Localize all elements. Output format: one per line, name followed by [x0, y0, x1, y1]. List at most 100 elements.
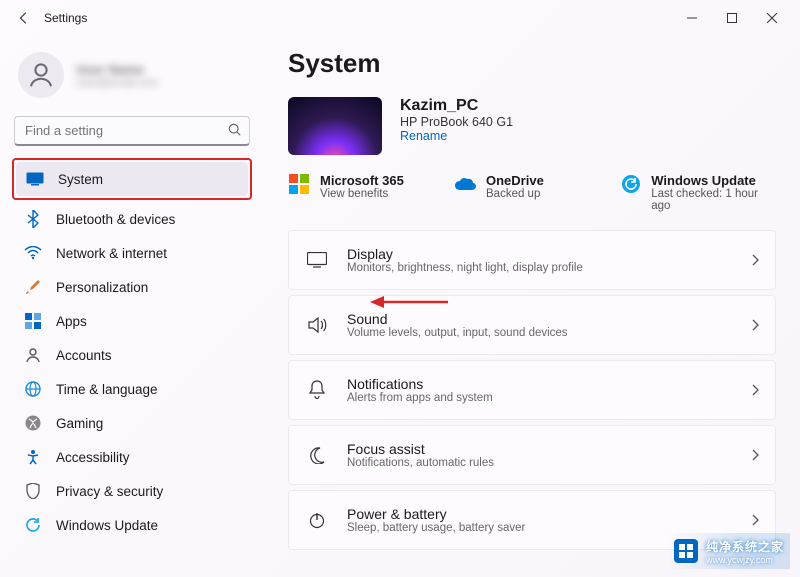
sidebar-item-gaming[interactable]: Gaming — [14, 406, 250, 440]
settings-list: DisplayMonitors, brightness, night light… — [288, 230, 776, 550]
shield-icon — [24, 482, 42, 500]
item-title: Display — [347, 246, 583, 262]
display-icon — [305, 252, 329, 268]
person-icon — [26, 60, 56, 90]
arrow-left-icon — [17, 11, 31, 25]
window-controls — [672, 2, 792, 34]
item-title: Sound — [347, 311, 568, 327]
status-sub: Backed up — [486, 188, 544, 200]
status-title: Windows Update — [651, 173, 776, 188]
chevron-right-icon — [751, 449, 759, 461]
watermark-text: 纯净系统之家 — [706, 540, 784, 554]
status-title: Microsoft 365 — [320, 173, 404, 188]
watermark-url: www.ycwjzy.com — [706, 555, 784, 565]
sidebar-item-label: Bluetooth & devices — [56, 212, 175, 227]
status-sub: View benefits — [320, 188, 404, 200]
status-title: OneDrive — [486, 173, 544, 188]
status-row: Microsoft 365View benefits OneDriveBacke… — [288, 173, 776, 212]
item-sub: Alerts from apps and system — [347, 392, 493, 404]
avatar — [18, 52, 64, 98]
item-title: Notifications — [347, 376, 493, 392]
search-icon — [228, 123, 242, 137]
status-microsoft365[interactable]: Microsoft 365View benefits — [288, 173, 444, 212]
accessibility-icon — [24, 448, 42, 466]
maximize-icon — [727, 13, 737, 23]
sidebar-item-privacy[interactable]: Privacy & security — [14, 474, 250, 508]
power-icon — [305, 511, 329, 529]
settings-item-notifications[interactable]: NotificationsAlerts from apps and system — [288, 360, 776, 420]
chevron-right-icon — [751, 319, 759, 331]
settings-item-focus[interactable]: Focus assistNotifications, automatic rul… — [288, 425, 776, 485]
update-icon — [24, 516, 42, 534]
status-onedrive[interactable]: OneDriveBacked up — [454, 173, 610, 212]
globe-icon — [24, 380, 42, 398]
sidebar-item-label: Personalization — [56, 280, 148, 295]
user-info: User Name user@email.com — [76, 62, 159, 89]
moon-icon — [305, 446, 329, 464]
settings-item-display[interactable]: DisplayMonitors, brightness, night light… — [288, 230, 776, 290]
sidebar-item-update[interactable]: Windows Update — [14, 508, 250, 542]
sidebar-item-accessibility[interactable]: Accessibility — [14, 440, 250, 474]
sidebar-item-label: Network & internet — [56, 246, 167, 261]
item-title: Power & battery — [347, 506, 525, 522]
sidebar-item-accounts[interactable]: Accounts — [14, 338, 250, 372]
status-sub: Last checked: 1 hour ago — [651, 188, 776, 212]
paintbrush-icon — [24, 278, 42, 296]
content: System Kazim_PC HP ProBook 640 G1 Rename… — [260, 36, 800, 577]
highlight-annotation: System — [12, 158, 252, 200]
item-sub: Monitors, brightness, night light, displ… — [347, 262, 583, 274]
sidebar-item-label: Windows Update — [56, 518, 158, 533]
item-title: Focus assist — [347, 441, 494, 457]
minimize-button[interactable] — [672, 2, 712, 34]
titlebar: Settings — [0, 0, 800, 36]
sidebar-item-bluetooth[interactable]: Bluetooth & devices — [14, 202, 250, 236]
sidebar-item-label: System — [58, 172, 103, 187]
nav-list: System Bluetooth & devices Network & int… — [14, 158, 250, 542]
watermark: 纯净系统之家 www.ycwjzy.com — [666, 533, 790, 569]
app-title: Settings — [44, 11, 87, 25]
xbox-icon — [24, 414, 42, 432]
search-input[interactable] — [14, 116, 250, 146]
sidebar-item-label: Accounts — [56, 348, 112, 363]
sidebar-item-apps[interactable]: Apps — [14, 304, 250, 338]
sidebar: User Name user@email.com System Bluetoot… — [0, 36, 260, 577]
rename-link[interactable]: Rename — [400, 129, 513, 143]
close-icon — [767, 13, 777, 23]
display-icon — [26, 170, 44, 188]
logo-icon — [672, 537, 700, 565]
chevron-right-icon — [751, 254, 759, 266]
back-button[interactable] — [8, 2, 40, 34]
sidebar-item-personalization[interactable]: Personalization — [14, 270, 250, 304]
sound-icon — [305, 316, 329, 334]
sidebar-item-label: Gaming — [56, 416, 103, 431]
user-name: User Name — [76, 62, 159, 77]
chevron-right-icon — [751, 384, 759, 396]
wallpaper-thumbnail — [288, 97, 382, 155]
item-sub: Sleep, battery usage, battery saver — [347, 522, 525, 534]
pc-model: HP ProBook 640 G1 — [400, 115, 513, 129]
settings-item-sound[interactable]: SoundVolume levels, output, input, sound… — [288, 295, 776, 355]
item-sub: Notifications, automatic rules — [347, 457, 494, 469]
sidebar-item-system[interactable]: System — [16, 162, 248, 196]
sidebar-item-label: Time & language — [56, 382, 158, 397]
minimize-icon — [687, 13, 697, 23]
apps-icon — [24, 312, 42, 330]
user-account-row[interactable]: User Name user@email.com — [14, 46, 250, 112]
maximize-button[interactable] — [712, 2, 752, 34]
search-wrap — [14, 116, 250, 146]
page-title: System — [288, 48, 776, 79]
item-sub: Volume levels, output, input, sound devi… — [347, 327, 568, 339]
status-windows-update[interactable]: Windows UpdateLast checked: 1 hour ago — [620, 173, 776, 212]
cloud-icon — [454, 173, 476, 195]
close-button[interactable] — [752, 2, 792, 34]
sidebar-item-time[interactable]: Time & language — [14, 372, 250, 406]
user-email: user@email.com — [76, 77, 159, 89]
person-icon — [24, 346, 42, 364]
pc-name: Kazim_PC — [400, 97, 513, 115]
wifi-icon — [24, 244, 42, 262]
sidebar-item-network[interactable]: Network & internet — [14, 236, 250, 270]
pc-header: Kazim_PC HP ProBook 640 G1 Rename — [288, 97, 776, 155]
bluetooth-icon — [24, 210, 42, 228]
sidebar-item-label: Accessibility — [56, 450, 130, 465]
microsoft-365-icon — [288, 173, 310, 195]
